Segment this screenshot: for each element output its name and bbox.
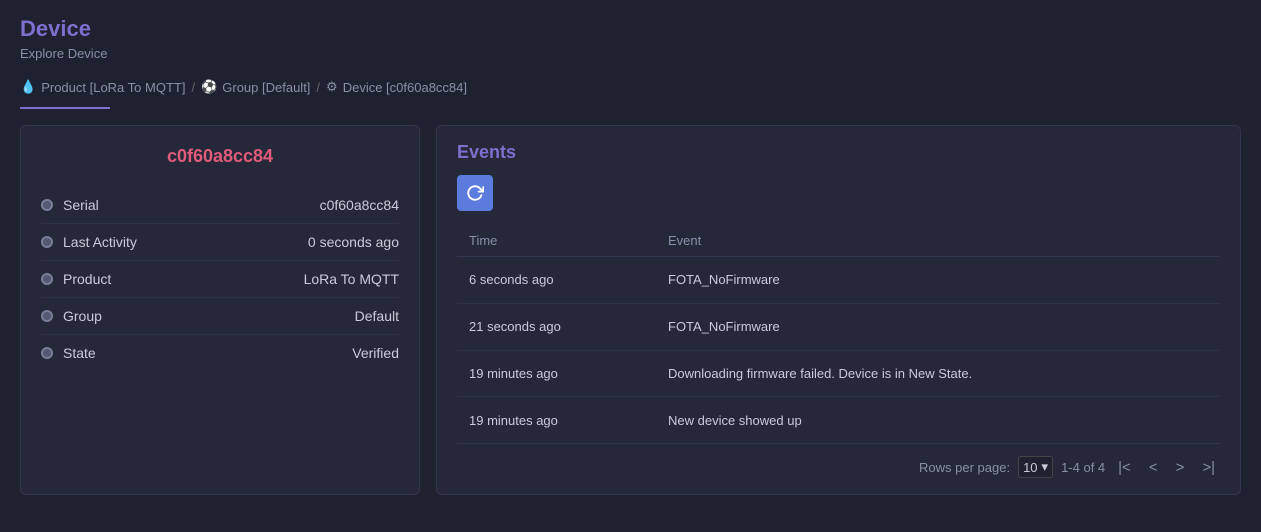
breadcrumb-group-label: Group [Default] [222,80,310,95]
breadcrumb-sep-1: / [191,80,195,95]
event-name: FOTA_NoFirmware [656,257,1220,304]
info-value: c0f60a8cc84 [320,197,399,213]
pagination-range: 1-4 of 4 [1061,460,1105,475]
events-table-head: Time Event [457,225,1220,257]
pagination-last-button[interactable]: >| [1197,457,1220,478]
info-label-group: Group [41,308,102,324]
rows-per-page-select[interactable]: 10 ▾ [1018,456,1053,478]
info-value: Verified [352,345,399,361]
table-row: 19 minutes ago New device showed up [457,397,1220,443]
info-label: State [63,345,96,361]
info-label-group: Serial [41,197,99,213]
info-row: Group Default [41,298,399,335]
status-dot [41,199,53,211]
info-value: Default [355,308,399,324]
table-row: 19 minutes ago Downloading firmware fail… [457,350,1220,397]
page-header: Device Explore Device 💧 Product [LoRa To… [0,0,1261,109]
breadcrumb-product-label: Product [LoRa To MQTT] [41,80,185,95]
content-area: c0f60a8cc84 Serial c0f60a8cc84 Last Acti… [0,109,1261,511]
event-time: 6 seconds ago [457,257,656,304]
events-header-row: Time Event [457,225,1220,257]
info-label: Serial [63,197,99,213]
breadcrumb-device[interactable]: ⚙ Device [c0f60a8cc84] [326,79,467,95]
breadcrumb-sep-2: / [316,80,320,95]
info-row: Product LoRa To MQTT [41,261,399,298]
info-label-group: Last Activity [41,234,137,250]
event-name: FOTA_NoFirmware [656,303,1220,350]
pagination-row: Rows per page: 10 ▾ 1-4 of 4 |< < > >| [457,443,1220,478]
group-icon: ⚽ [201,79,217,95]
info-row: Serial c0f60a8cc84 [41,187,399,224]
info-label-group: Product [41,271,111,287]
event-name: New device showed up [656,397,1220,443]
device-info-panel: c0f60a8cc84 Serial c0f60a8cc84 Last Acti… [20,125,420,495]
info-label-group: State [41,345,96,361]
pagination-first-button[interactable]: |< [1113,457,1136,478]
events-title: Events [457,142,1220,163]
status-dot [41,236,53,248]
status-dot [41,273,53,285]
events-table: Time Event 6 seconds ago FOTA_NoFirmware… [457,225,1220,443]
info-label: Group [63,308,102,324]
status-dot [41,347,53,359]
rows-per-page-value: 10 [1023,460,1037,475]
events-table-body: 6 seconds ago FOTA_NoFirmware 21 seconds… [457,257,1220,444]
info-value: 0 seconds ago [308,234,399,250]
product-icon: 💧 [20,79,36,95]
breadcrumb-group[interactable]: ⚽ Group [Default] [201,79,310,95]
event-time: 19 minutes ago [457,397,656,443]
info-row: Last Activity 0 seconds ago [41,224,399,261]
page-subtitle: Explore Device [20,46,1241,61]
event-name: Downloading firmware failed. Device is i… [656,350,1220,397]
device-icon: ⚙ [326,79,338,95]
table-row: 21 seconds ago FOTA_NoFirmware [457,303,1220,350]
refresh-button[interactable] [457,175,493,211]
rows-per-page-label: Rows per page: [919,460,1010,475]
pagination-prev-button[interactable]: < [1144,457,1163,478]
breadcrumb-product[interactable]: 💧 Product [LoRa To MQTT] [20,79,185,95]
info-rows-container: Serial c0f60a8cc84 Last Activity 0 secon… [41,187,399,371]
events-panel: Events Time Event 6 seconds ago FOTA_NoF… [436,125,1241,495]
info-row: State Verified [41,335,399,371]
table-row: 6 seconds ago FOTA_NoFirmware [457,257,1220,304]
info-label: Product [63,271,111,287]
page-title: Device [20,16,1241,42]
event-time: 19 minutes ago [457,350,656,397]
breadcrumb: 💧 Product [LoRa To MQTT] / ⚽ Group [Defa… [20,71,1241,95]
pagination-next-button[interactable]: > [1171,457,1190,478]
rows-dropdown-arrow: ▾ [1042,459,1049,475]
col-event: Event [656,225,1220,257]
info-value: LoRa To MQTT [304,271,399,287]
device-id-heading: c0f60a8cc84 [41,146,399,167]
col-time: Time [457,225,656,257]
event-time: 21 seconds ago [457,303,656,350]
info-label: Last Activity [63,234,137,250]
status-dot [41,310,53,322]
breadcrumb-device-label: Device [c0f60a8cc84] [343,80,467,95]
